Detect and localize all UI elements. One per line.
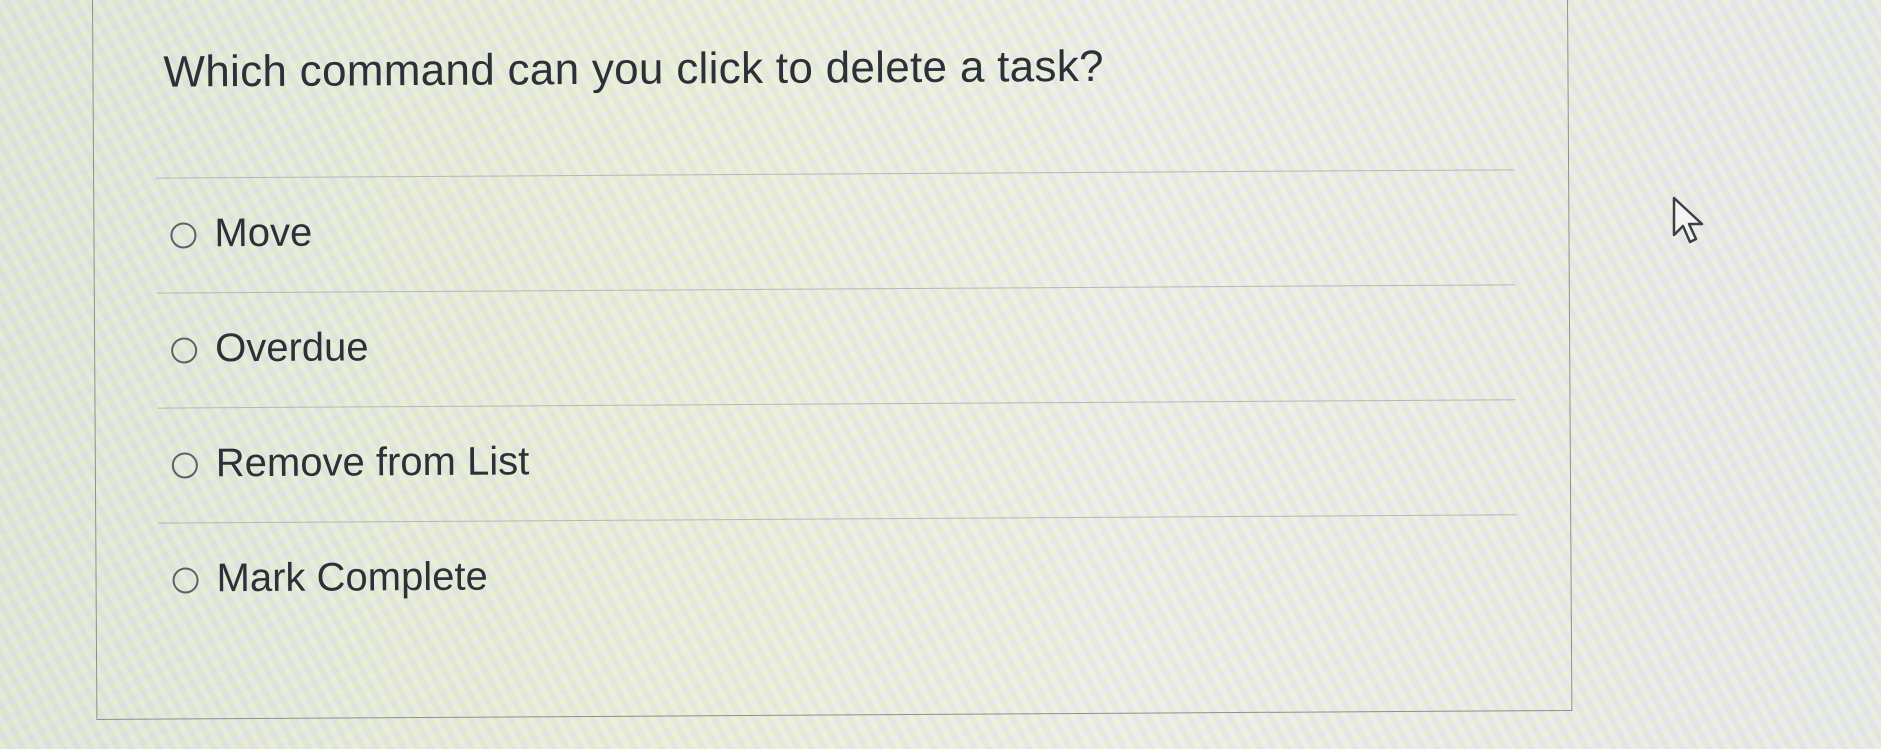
answer-option-move[interactable]: Move <box>156 169 1515 293</box>
radio-button-icon[interactable] <box>171 337 198 364</box>
radio-button-icon[interactable] <box>170 222 197 249</box>
radio-button-icon[interactable] <box>171 452 198 479</box>
answer-label[interactable]: Remove from List <box>216 439 530 486</box>
answer-label[interactable]: Mark Complete <box>216 555 487 602</box>
answer-list: Move Overdue Remove from List Mark Compl… <box>156 169 1517 638</box>
answer-label[interactable]: Move <box>214 211 312 257</box>
answer-label[interactable]: Overdue <box>215 325 369 371</box>
radio-button-icon[interactable] <box>172 567 199 594</box>
answer-option-mark-complete[interactable]: Mark Complete <box>158 514 1517 638</box>
answer-option-remove-from-list[interactable]: Remove from List <box>157 399 1517 523</box>
question-text: Which command can you click to delete a … <box>163 41 1104 97</box>
answer-option-overdue[interactable]: Overdue <box>156 284 1516 408</box>
mouse-pointer-icon <box>1672 196 1704 244</box>
question-card: Which command can you click to delete a … <box>92 0 1573 720</box>
